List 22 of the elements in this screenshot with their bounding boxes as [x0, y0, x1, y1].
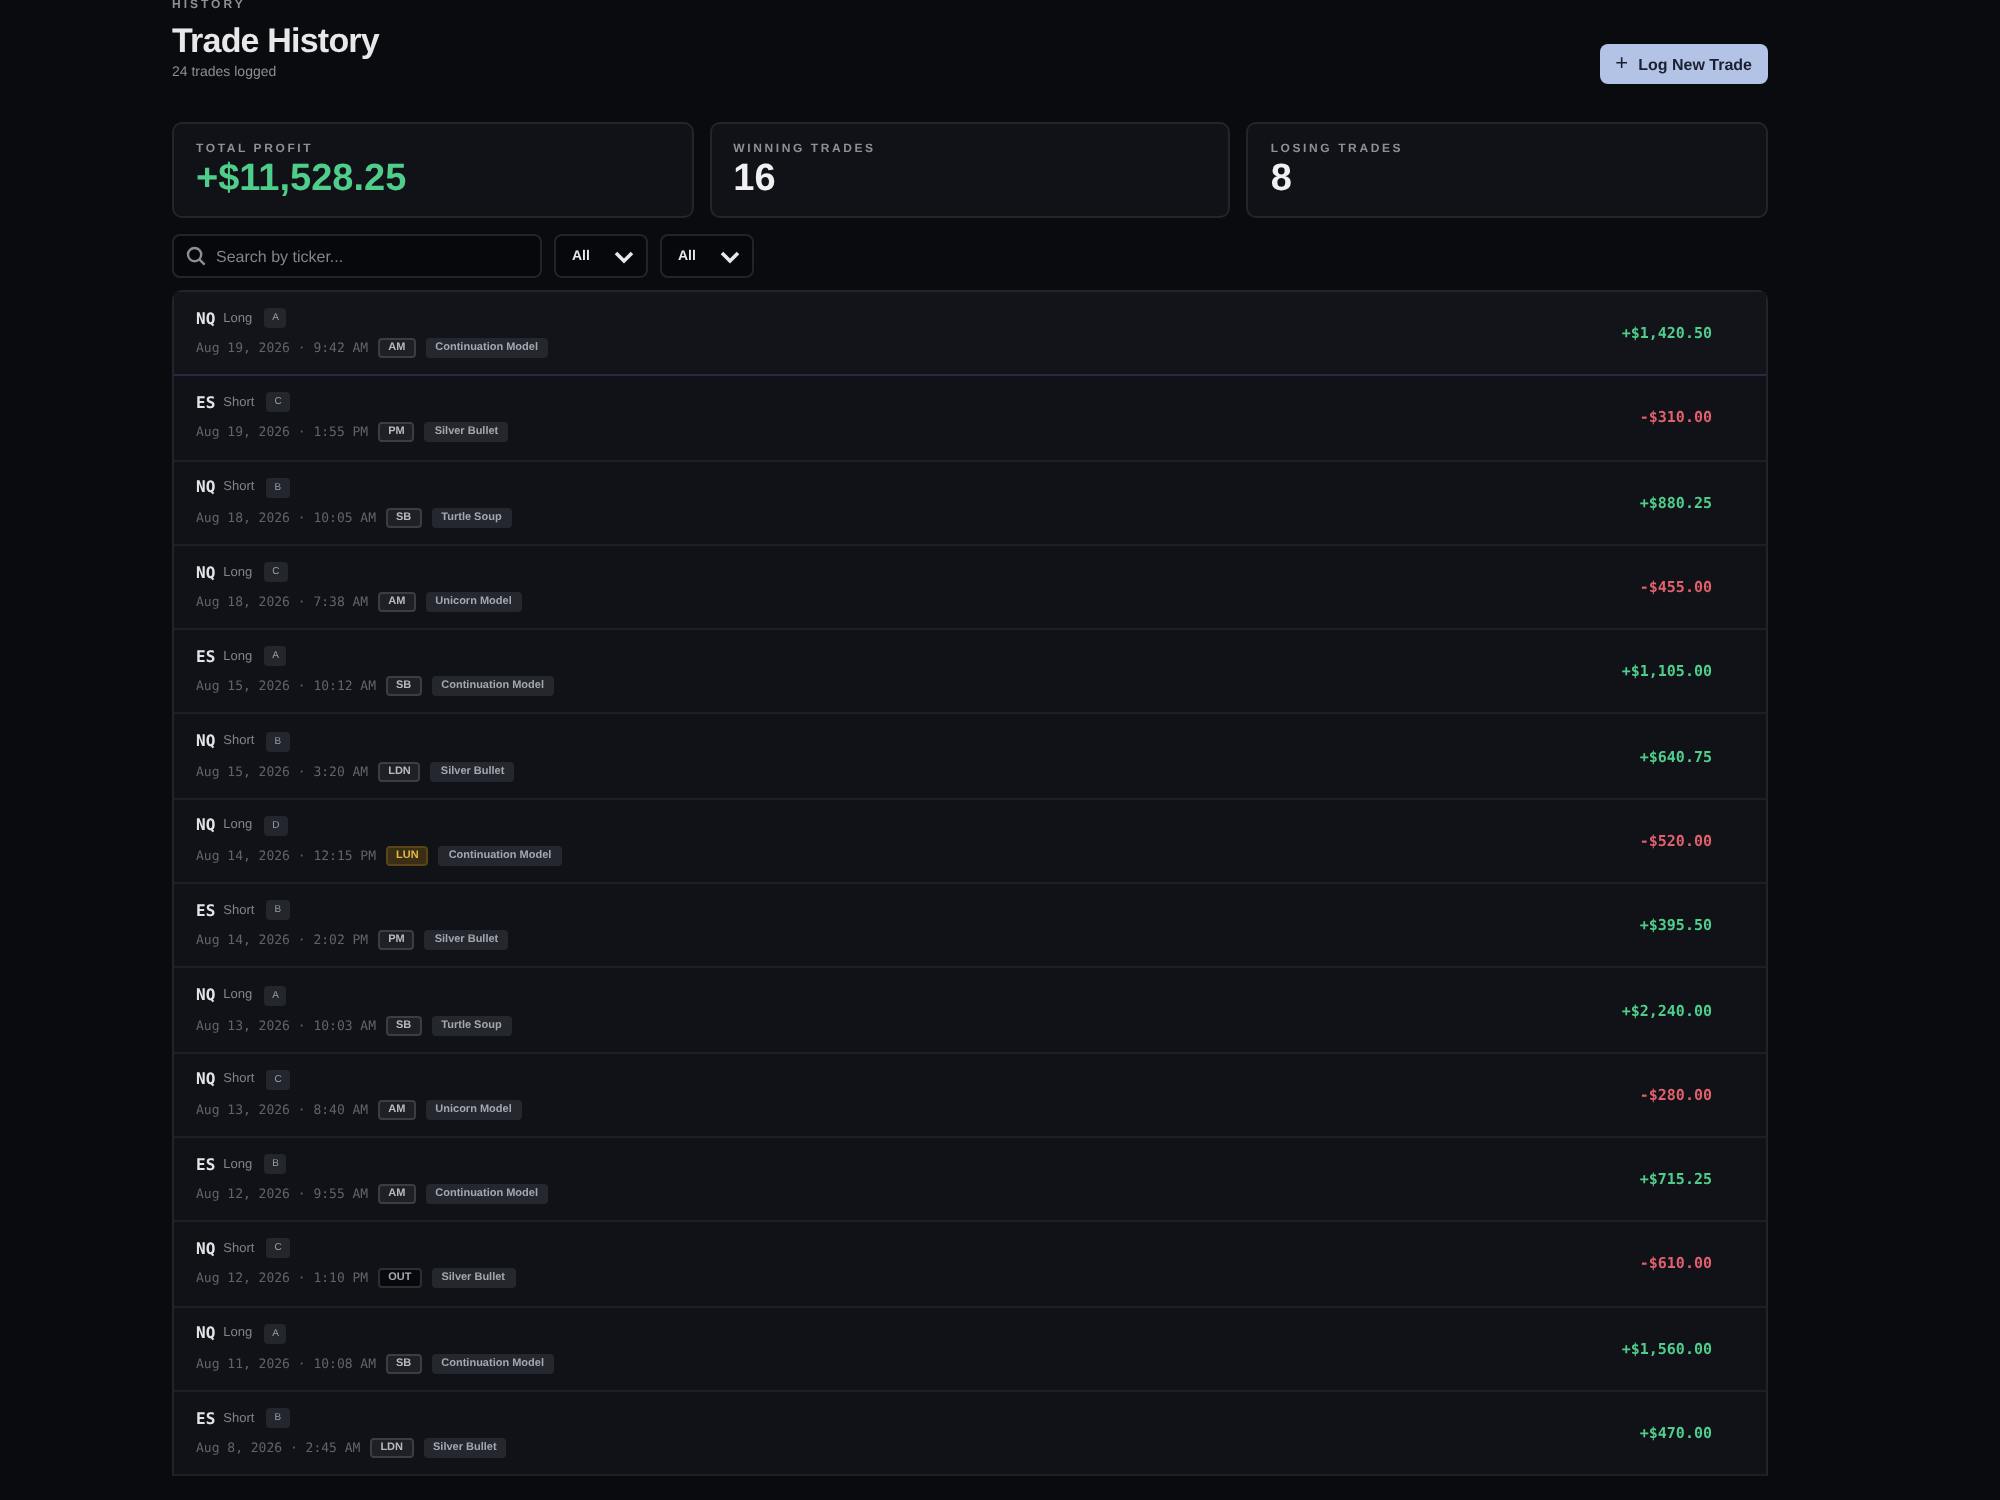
ticker: NQ: [196, 478, 216, 497]
ticker: NQ: [196, 1070, 216, 1089]
stat-value: 16: [733, 158, 778, 202]
ticker: ES: [196, 901, 216, 920]
stat-value: +$11,528.25: [196, 158, 409, 202]
stat-value: 8: [1270, 158, 1294, 202]
ticker: ES: [196, 393, 216, 412]
ticker: NQ: [196, 563, 216, 582]
ticker: NQ: [196, 1239, 216, 1258]
ticker: ES: [196, 647, 216, 666]
page-title: Trade History: [172, 22, 379, 62]
chevron-down-icon: [614, 249, 634, 263]
ticker: NQ: [196, 309, 216, 328]
ticker: ES: [196, 1409, 216, 1427]
ticker: ES: [196, 1155, 216, 1174]
log-new-trade-button[interactable]: + Log New Trade: [1599, 44, 1768, 84]
chevron-down-icon: [720, 249, 740, 263]
ticker: NQ: [196, 732, 216, 751]
ticker: NQ: [196, 816, 216, 835]
ticker: NQ: [196, 1324, 216, 1343]
search-field[interactable]: Search by ticker...: [172, 234, 542, 278]
ticker: NQ: [196, 986, 216, 1005]
